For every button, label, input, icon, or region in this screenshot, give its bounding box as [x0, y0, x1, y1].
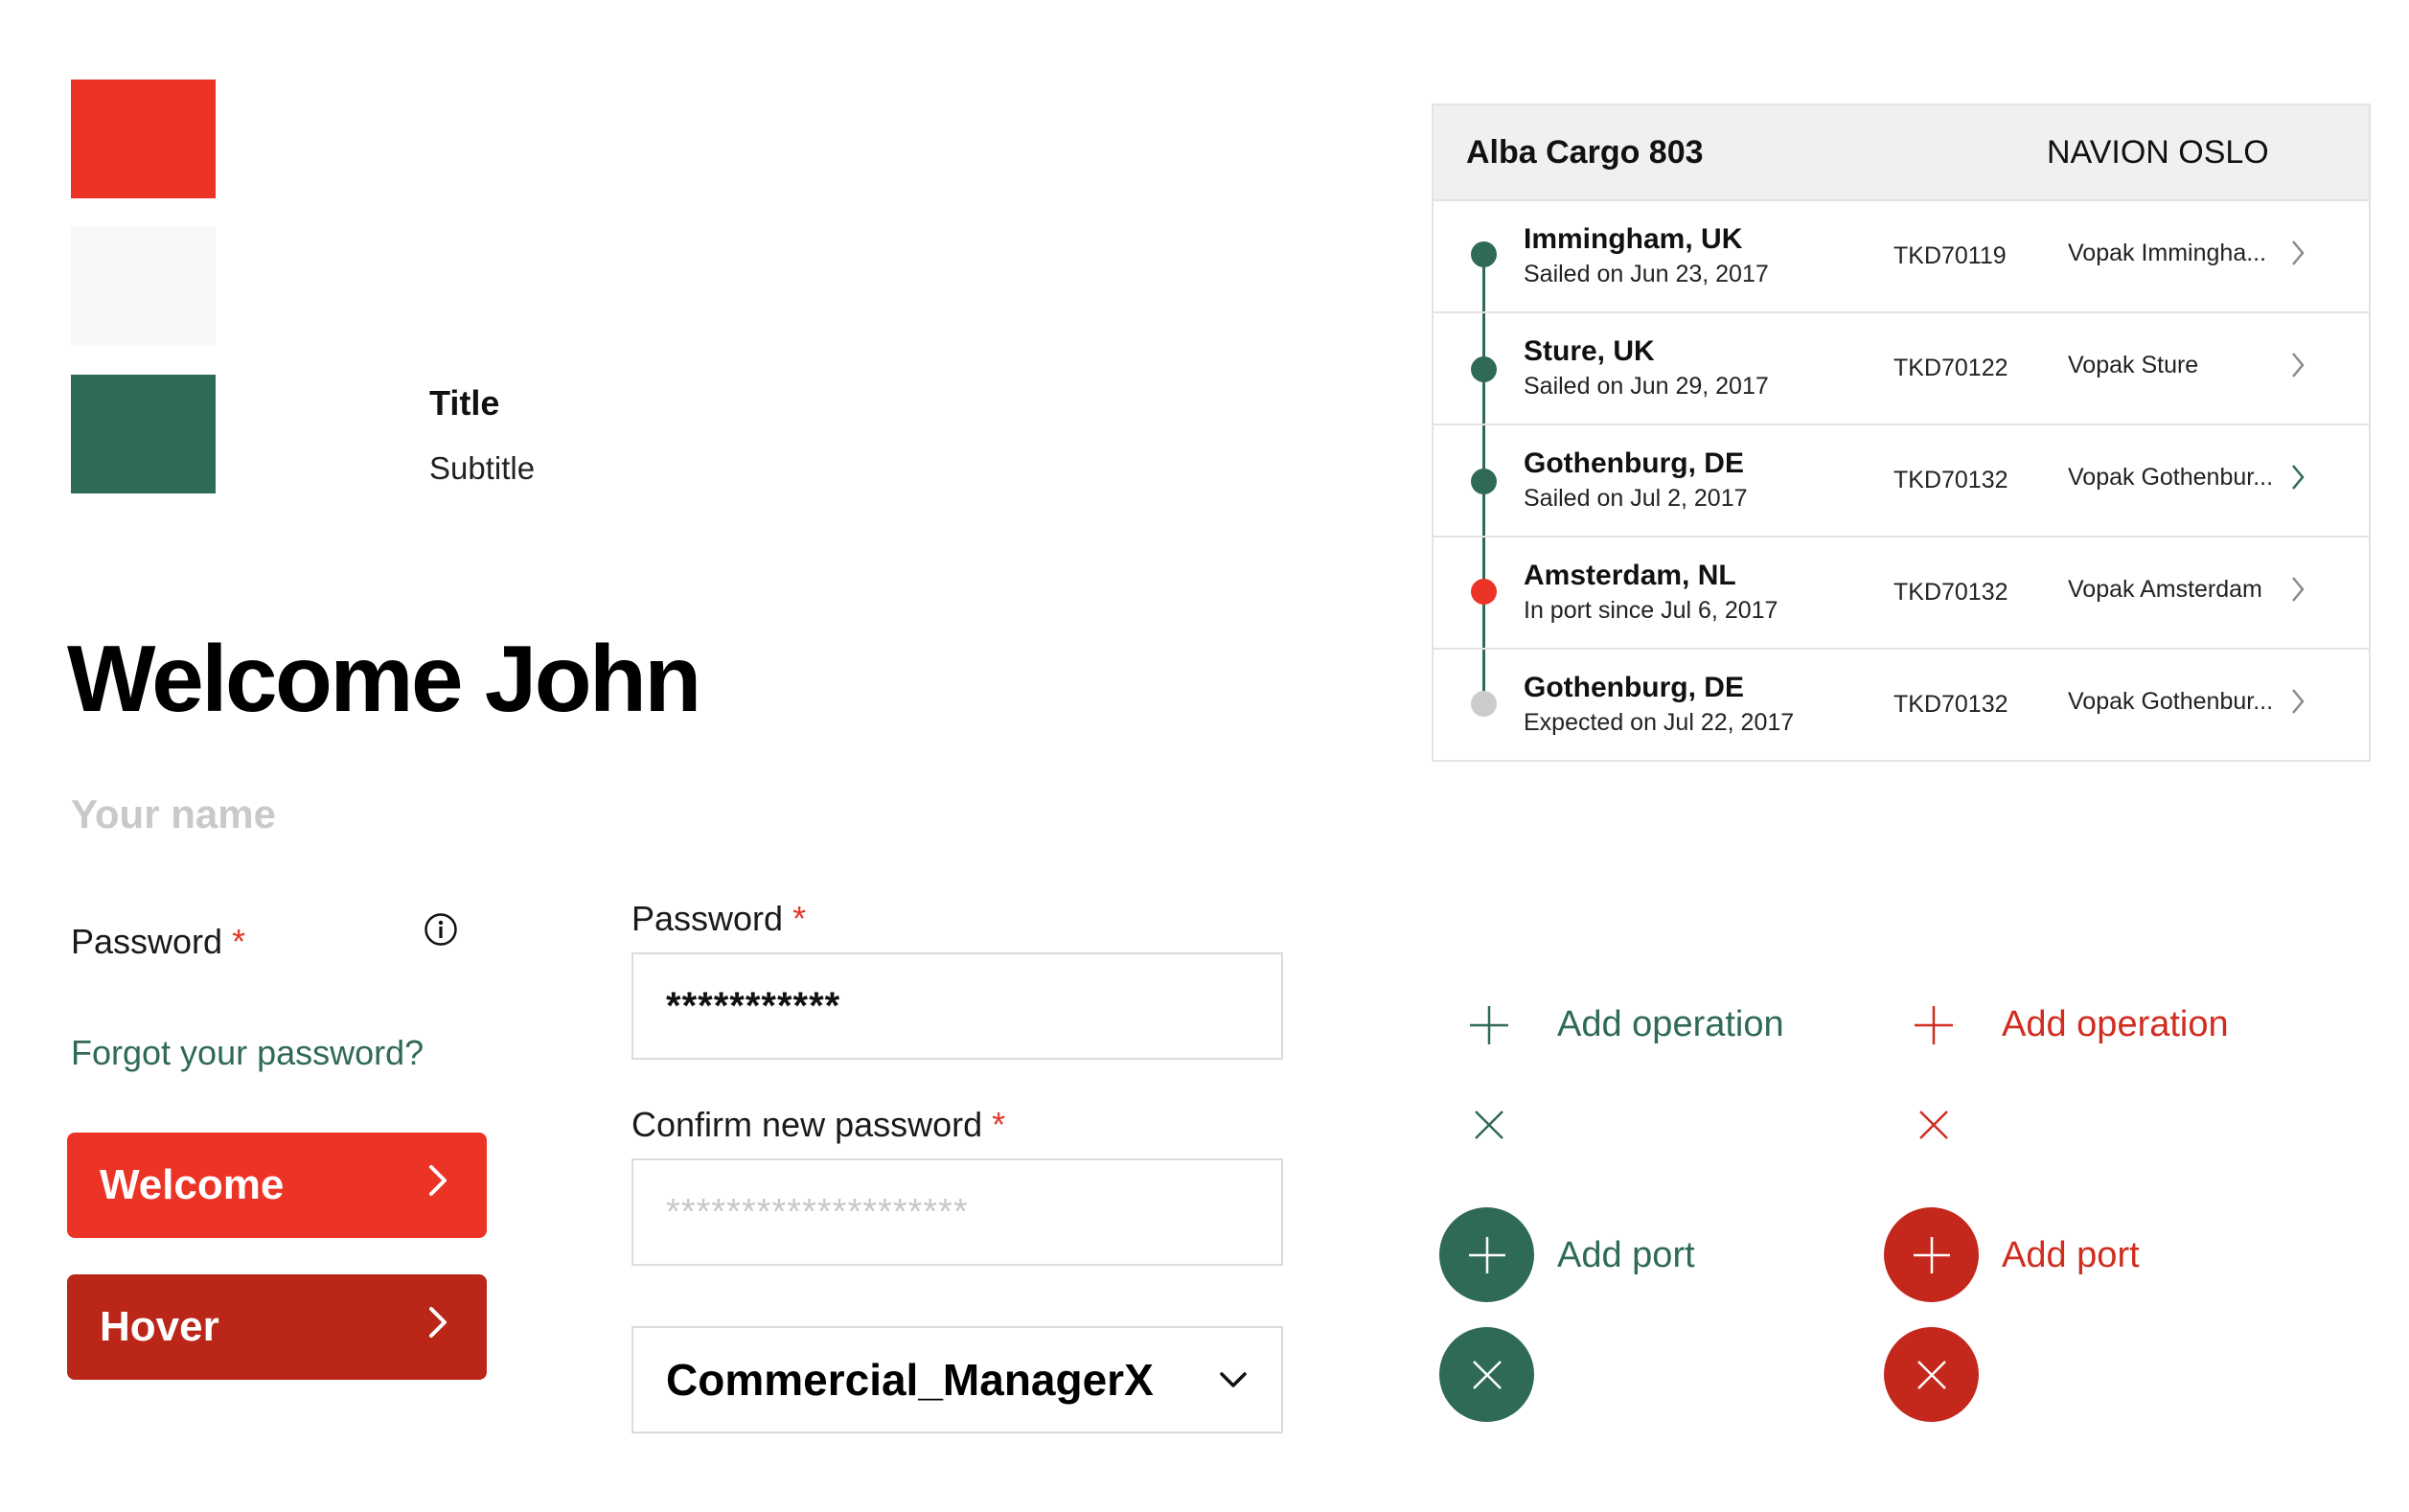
terminal-name: Vopak Immingha... [2068, 240, 2267, 266]
add-port-button[interactable] [1884, 1207, 1979, 1302]
remove-port-button[interactable] [1884, 1327, 1979, 1422]
chevron-right-icon[interactable] [2288, 238, 2307, 268]
port-name: Amsterdam, NL [1524, 560, 1736, 591]
port-name: Sture, UK [1524, 335, 1655, 367]
voyage-row[interactable]: Immingham, UK Sailed on Jun 23, 2017 TKD… [1434, 199, 2369, 313]
timeline-dot-done [1471, 356, 1497, 382]
port-name: Gothenburg, DE [1524, 672, 1744, 703]
name-placeholder[interactable]: Your name [71, 791, 276, 837]
voyage-ref: TKD70132 [1893, 579, 2008, 606]
chevron-right-icon[interactable] [2288, 686, 2307, 717]
close-icon [1472, 1360, 1502, 1389]
voyage-header: Alba Cargo 803 NAVION OSLO [1434, 105, 2369, 201]
chevron-right-icon[interactable] [2288, 574, 2307, 605]
confirm-password-label: Confirm new password * [631, 1105, 1005, 1145]
required-mark: * [992, 1105, 1006, 1144]
port-status: Sailed on Jul 2, 2017 [1524, 485, 1748, 512]
vessel-name: Alba Cargo 803 [1466, 134, 1704, 171]
chevron-right-icon [424, 1161, 452, 1209]
add-port-label[interactable]: Add port [2002, 1235, 2140, 1276]
terminal-name: Vopak Gothenbur... [2068, 464, 2274, 491]
voyage-ref: TKD70122 [1893, 355, 2008, 381]
timeline-dot-current [1471, 579, 1497, 605]
terminal-name: Vopak Gothenbur... [2068, 688, 2274, 715]
confirm-password-field[interactable]: ******************** [631, 1158, 1283, 1266]
vessel-flag: NAVION OSLO [2047, 134, 2269, 171]
port-name: Gothenburg, DE [1524, 447, 1744, 479]
chevron-right-icon[interactable] [2288, 350, 2307, 380]
chevron-right-icon[interactable] [2288, 462, 2307, 493]
swatch-red [71, 80, 216, 198]
voyage-row[interactable]: Gothenburg, DE Expected on Jul 22, 2017 … [1434, 648, 2369, 760]
port-status: Sailed on Jun 29, 2017 [1524, 373, 1769, 400]
required-mark: * [232, 922, 246, 961]
forgot-password-link[interactable]: Forgot your password? [71, 1033, 424, 1073]
plus-icon[interactable] [1466, 1002, 1512, 1048]
voyage-row[interactable]: Sture, UK Sailed on Jun 29, 2017 TKD7012… [1434, 311, 2369, 425]
welcome-button-label: Welcome [100, 1161, 285, 1208]
confirm-password-label-text: Confirm new password [631, 1105, 983, 1144]
close-icon[interactable] [1916, 1108, 1951, 1142]
port-name: Immingham, UK [1524, 223, 1743, 255]
hover-button-label: Hover [100, 1303, 219, 1350]
chevron-down-icon [1218, 1370, 1249, 1389]
chevron-right-icon [424, 1303, 452, 1351]
terminal-name: Vopak Amsterdam [2068, 576, 2262, 603]
voyage-ref: TKD70119 [1893, 242, 2007, 269]
add-operation-link[interactable]: Add operation [2002, 1004, 2229, 1045]
remove-port-button[interactable] [1439, 1327, 1534, 1422]
confirm-password-placeholder: ******************** [666, 1191, 969, 1232]
info-icon[interactable] [424, 912, 458, 947]
plus-icon [1913, 1236, 1950, 1273]
password-label: Password * [71, 922, 245, 962]
form-password-label-text: Password [631, 899, 784, 938]
timeline-dot-future [1471, 691, 1497, 717]
close-icon [1916, 1360, 1946, 1389]
role-select[interactable]: Commercial_ManagerX [631, 1326, 1283, 1433]
voyage-row[interactable]: Gothenburg, DE Sailed on Jul 2, 2017 TKD… [1434, 424, 2369, 538]
voyage-table: Alba Cargo 803 NAVION OSLO Immingham, UK… [1432, 103, 2371, 762]
swatch-light-grey [71, 227, 216, 346]
password-field[interactable]: *********** [631, 952, 1283, 1060]
timeline-dot-done [1471, 241, 1497, 267]
port-status: Sailed on Jun 23, 2017 [1524, 261, 1769, 287]
password-label-text: Password [71, 922, 223, 961]
welcome-button[interactable]: Welcome [67, 1133, 487, 1238]
close-icon[interactable] [1472, 1108, 1506, 1142]
port-status: In port since Jul 6, 2017 [1524, 597, 1778, 624]
add-operation-link[interactable]: Add operation [1557, 1004, 1784, 1045]
terminal-name: Vopak Sture [2068, 352, 2199, 378]
plus-icon[interactable] [1911, 1002, 1957, 1048]
form-password-label: Password * [631, 899, 806, 939]
card-subtitle: Subtitle [429, 450, 536, 486]
card-title: Title [429, 383, 500, 423]
port-status: Expected on Jul 22, 2017 [1524, 709, 1795, 736]
hover-button[interactable]: Hover [67, 1274, 487, 1380]
voyage-row[interactable]: Amsterdam, NL In port since Jul 6, 2017 … [1434, 536, 2369, 650]
timeline-dot-done [1471, 469, 1497, 494]
page-title: Welcome John [67, 626, 701, 731]
add-port-button[interactable] [1439, 1207, 1534, 1302]
add-port-label[interactable]: Add port [1557, 1235, 1695, 1276]
swatch-green [71, 375, 216, 493]
role-select-value: Commercial_ManagerX [666, 1355, 1154, 1405]
plus-icon [1468, 1236, 1505, 1273]
password-value: *********** [666, 984, 841, 1027]
required-mark: * [792, 899, 807, 938]
voyage-ref: TKD70132 [1893, 691, 2008, 718]
voyage-ref: TKD70132 [1893, 467, 2008, 493]
